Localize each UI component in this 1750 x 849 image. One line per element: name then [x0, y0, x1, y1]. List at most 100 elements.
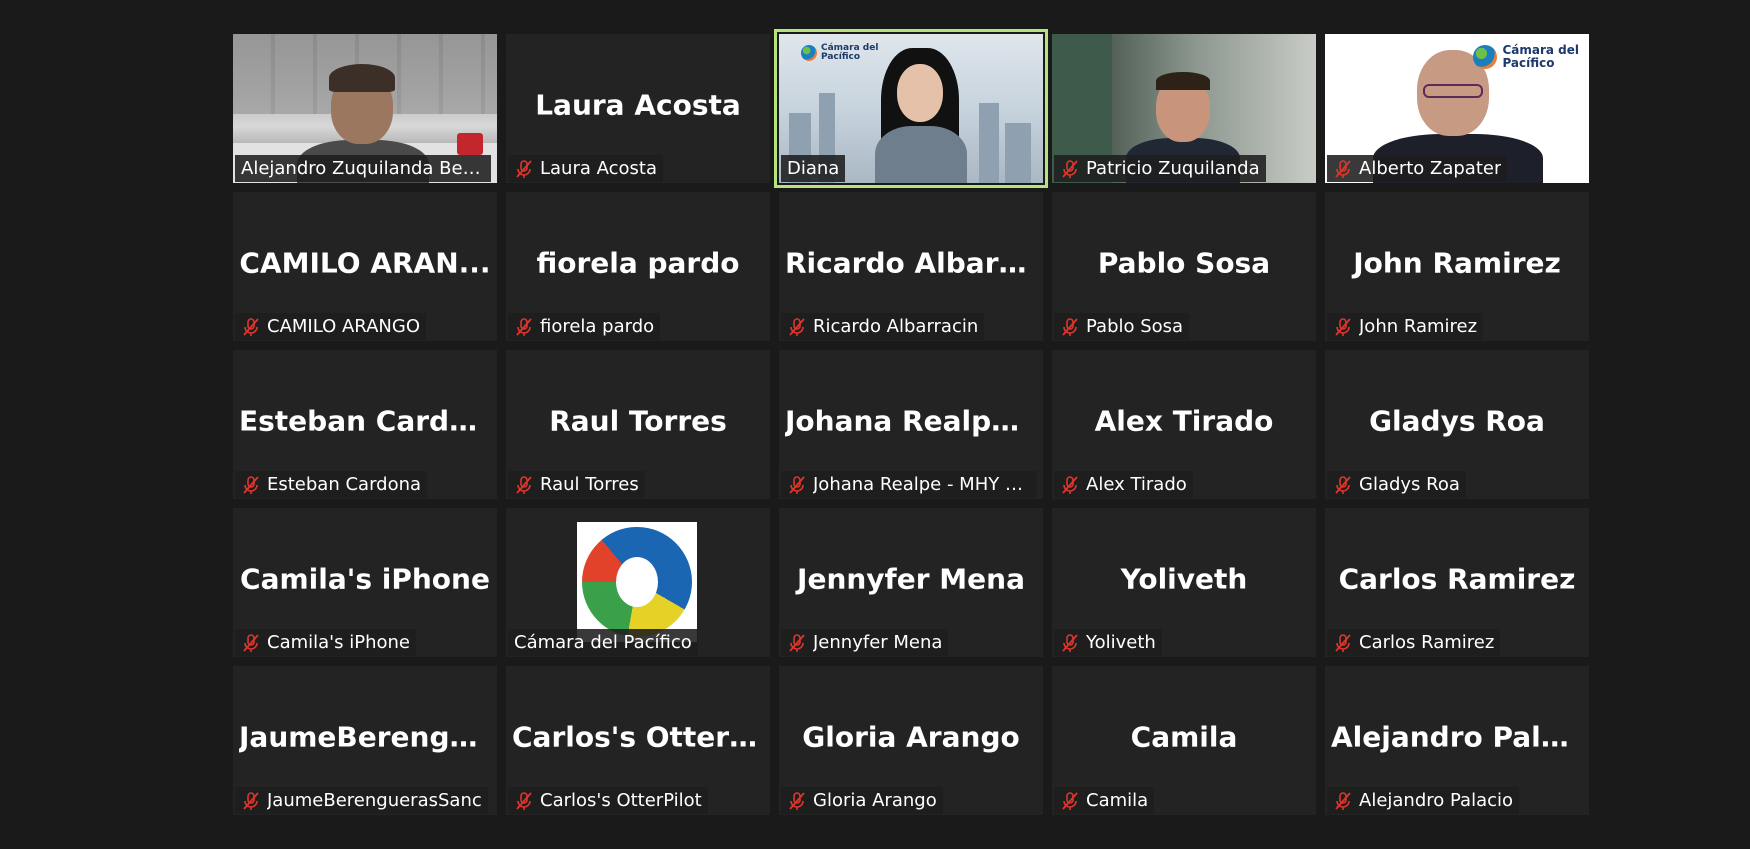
participant-display-name: Ricardo Albarra...: [785, 246, 1037, 280]
participant-name: Gladys Roa: [1359, 474, 1460, 495]
participant-name: CAMILO ARANGO: [267, 316, 420, 337]
mic-muted-icon: [787, 633, 807, 653]
participant-tile[interactable]: Yoliveth Yoliveth: [1052, 508, 1316, 657]
participant-name: Alejandro Zuquilanda Betan...: [241, 158, 485, 179]
participant-name-label: Camila's iPhone: [235, 629, 416, 656]
participant-name-label: Laura Acosta: [508, 155, 663, 182]
participant-display-name: Laura Acosta: [535, 88, 741, 122]
participant-name: Gloria Arango: [813, 790, 937, 811]
participant-name: Yoliveth: [1086, 632, 1156, 653]
mic-muted-icon: [514, 475, 534, 495]
participant-name-label: Carlos's OtterPilot: [508, 787, 708, 814]
participant-tile[interactable]: Laura Acosta Laura Acosta: [506, 34, 770, 183]
participant-name-label: Jennyfer Mena: [781, 629, 949, 656]
participant-tile[interactable]: CAMILO ARAN... CAMILO ARANGO: [233, 192, 497, 341]
participant-display-name: Gladys Roa: [1369, 404, 1545, 438]
participant-tile[interactable]: Cámara del Pacífico Alberto Zapater: [1325, 34, 1589, 183]
participant-name-label: JaumeBerenguerasSanc: [235, 787, 488, 814]
participant-name: Alex Tirado: [1086, 474, 1187, 495]
mic-muted-icon: [514, 791, 534, 811]
participant-name: Cámara del Pacífico: [514, 632, 692, 653]
participant-display-name: JaumeBerengue...: [239, 720, 491, 754]
participant-tile[interactable]: Camila's iPhone Camila's iPhone: [233, 508, 497, 657]
participant-display-name: fiorela pardo: [536, 246, 740, 280]
participant-name-label: Cámara del Pacífico: [508, 629, 698, 656]
participant-tile[interactable]: fiorela pardo fiorela pardo: [506, 192, 770, 341]
mic-muted-icon: [1060, 159, 1080, 179]
participant-name-label: Johana Realpe - MHY co...: [781, 471, 1037, 498]
participant-tile[interactable]: Carlos Ramirez Carlos Ramirez: [1325, 508, 1589, 657]
participant-name: Patricio Zuquilanda: [1086, 158, 1260, 179]
mic-muted-icon: [514, 317, 534, 337]
participant-name-label: Raul Torres: [508, 471, 645, 498]
participant-display-name: Alejandro Palacio: [1331, 720, 1583, 754]
participant-name: Alberto Zapater: [1359, 158, 1502, 179]
participant-display-name: Yoliveth: [1120, 562, 1248, 596]
participant-name: Carlos Ramirez: [1359, 632, 1495, 653]
participant-name-label: CAMILO ARANGO: [235, 313, 426, 340]
participant-tile[interactable]: Patricio Zuquilanda: [1052, 34, 1316, 183]
mic-muted-icon: [241, 475, 261, 495]
participant-tile[interactable]: Camila Camila: [1052, 666, 1316, 815]
participant-tile[interactable]: Pablo Sosa Pablo Sosa: [1052, 192, 1316, 341]
participant-display-name: CAMILO ARAN...: [239, 246, 491, 280]
participant-display-name: Camila: [1130, 720, 1238, 754]
participant-name: Alejandro Palacio: [1359, 790, 1514, 811]
participant-name-label: Esteban Cardona: [235, 471, 428, 498]
participant-name: Raul Torres: [540, 474, 639, 495]
mic-muted-icon: [1060, 475, 1080, 495]
participant-display-name: Carlos's OtterPil...: [512, 720, 764, 754]
camara-logo-icon: [582, 527, 692, 637]
participant-tile[interactable]: Gloria Arango Gloria Arango: [779, 666, 1043, 815]
profile-picture: [577, 522, 697, 642]
participant-tile[interactable]: Ricardo Albarra... Ricardo Albarracin: [779, 192, 1043, 341]
participant-name-label: Alejandro Palacio: [1327, 787, 1520, 814]
participant-display-name: Carlos Ramirez: [1338, 562, 1576, 596]
participant-tile[interactable]: Cámara del Pacífico Diana: [774, 29, 1048, 188]
participant-tile[interactable]: Esteban Cardona Esteban Cardona: [233, 350, 497, 499]
mic-muted-icon: [787, 317, 807, 337]
mic-muted-icon: [241, 791, 261, 811]
participant-display-name: Alex Tirado: [1094, 404, 1274, 438]
participant-tile[interactable]: Raul Torres Raul Torres: [506, 350, 770, 499]
mic-muted-icon: [1333, 159, 1353, 179]
participant-tile[interactable]: Alejandro Zuquilanda Betan...: [233, 34, 497, 183]
participant-name: Camila's iPhone: [267, 632, 410, 653]
participant-name: Pablo Sosa: [1086, 316, 1184, 337]
participant-tile[interactable]: Alejandro Palacio Alejandro Palacio: [1325, 666, 1589, 815]
participant-display-name: Pablo Sosa: [1097, 246, 1271, 280]
participant-name-label: fiorela pardo: [508, 313, 661, 340]
participant-tile[interactable]: Johana Realpe -... Johana Realpe - MHY c…: [779, 350, 1043, 499]
mic-muted-icon: [514, 159, 534, 179]
participant-name-label: Gladys Roa: [1327, 471, 1466, 498]
participant-name: Johana Realpe - MHY co...: [813, 474, 1031, 495]
participant-name-label: Gloria Arango: [781, 787, 943, 814]
participant-tile[interactable]: Jennyfer Mena Jennyfer Mena: [779, 508, 1043, 657]
participant-display-name: Johana Realpe -...: [785, 404, 1037, 438]
participant-name-label: Yoliveth: [1054, 629, 1162, 656]
participant-name-label: Ricardo Albarracin: [781, 313, 985, 340]
participant-tile[interactable]: Gladys Roa Gladys Roa: [1325, 350, 1589, 499]
mic-muted-icon: [787, 475, 807, 495]
participant-name-label: Patricio Zuquilanda: [1054, 155, 1266, 182]
participant-tile[interactable]: Alex Tirado Alex Tirado: [1052, 350, 1316, 499]
participant-name: fiorela pardo: [540, 316, 655, 337]
participant-tile[interactable]: John Ramirez John Ramirez: [1325, 192, 1589, 341]
mic-muted-icon: [1060, 317, 1080, 337]
participant-display-name: Esteban Cardona: [239, 404, 491, 438]
participant-tile[interactable]: JaumeBerengue... JaumeBerenguerasSanc: [233, 666, 497, 815]
participant-name-label: Diana: [781, 155, 846, 182]
participant-name-label: Pablo Sosa: [1054, 313, 1190, 340]
participant-gallery: Alejandro Zuquilanda Betan... Laura Acost…: [233, 29, 1591, 815]
participant-name: Camila: [1086, 790, 1149, 811]
participant-name: Laura Acosta: [540, 158, 657, 179]
participant-tile[interactable]: Cámara del Pacífico: [506, 508, 770, 657]
mic-muted-icon: [1333, 633, 1353, 653]
participant-name-label: John Ramirez: [1327, 313, 1484, 340]
participant-display-name: Gloria Arango: [802, 720, 1020, 754]
participant-name-label: Camila: [1054, 787, 1155, 814]
participant-tile[interactable]: Carlos's OtterPil... Carlos's OtterPilot: [506, 666, 770, 815]
participant-name-label: Carlos Ramirez: [1327, 629, 1501, 656]
camara-logo: Cámara del Pacífico: [801, 44, 878, 62]
participant-display-name: Jennyfer Mena: [797, 562, 1025, 596]
